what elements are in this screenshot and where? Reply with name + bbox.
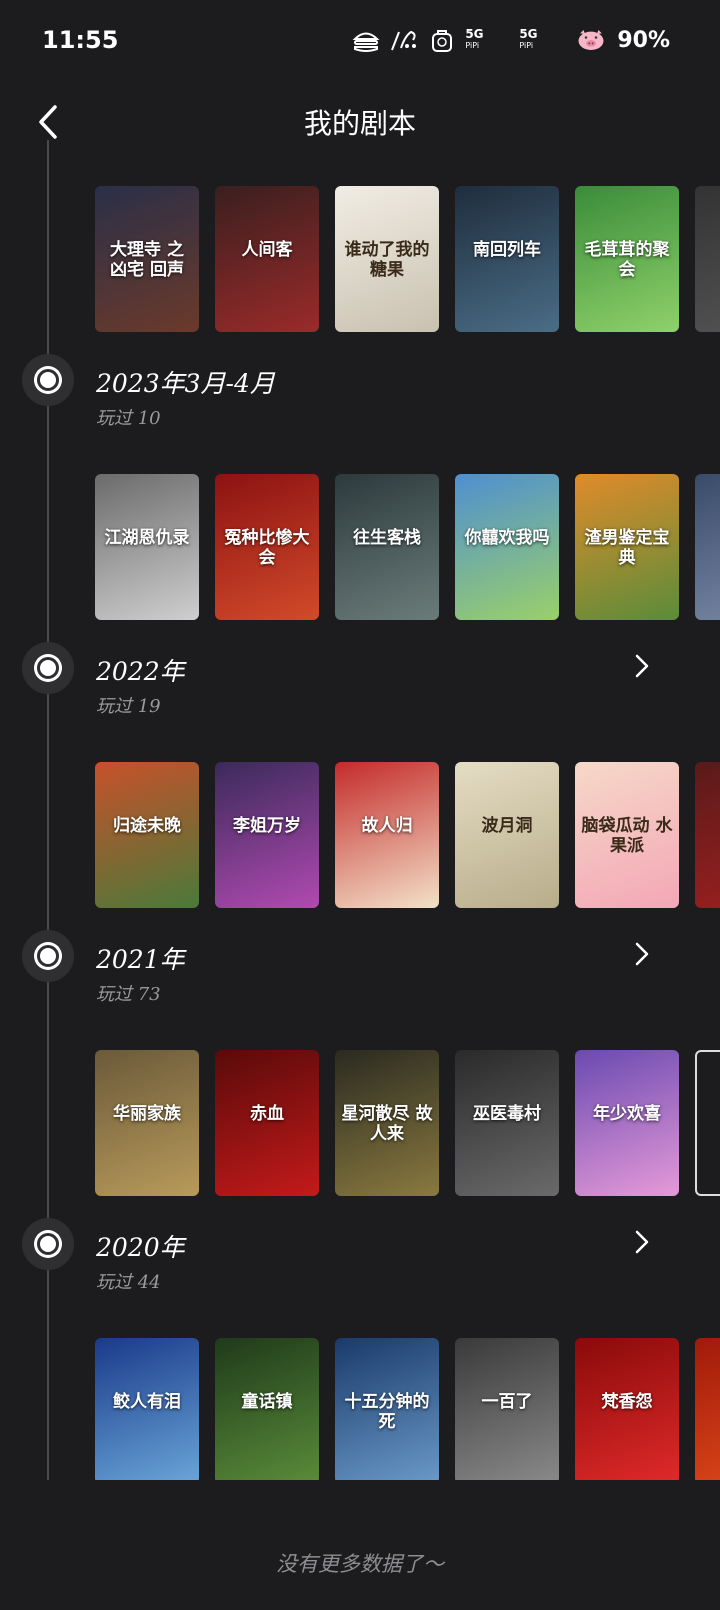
chevron-right-icon <box>635 654 649 678</box>
cover-title: 一百了 <box>481 1392 533 1413</box>
script-cover[interactable]: 梵香怨 <box>575 1338 679 1480</box>
burger-icon <box>351 26 381 54</box>
script-cover[interactable]: 你囍欢我吗 <box>455 474 559 620</box>
status-bar: 11:55 5G PiPi 5G PiPi 90% <box>0 0 720 88</box>
cover-title: 华丽家族 <box>113 1104 181 1125</box>
script-cover[interactable]: 江湖恩仇录 <box>95 474 199 620</box>
cover-title: 李姐万岁 <box>233 816 301 837</box>
cover-title: 冤种比惨大会 <box>224 528 310 569</box>
played-count: 玩过 19 <box>96 696 161 717</box>
timeline-dot <box>22 354 74 406</box>
cover-row: 华丽家族 赤血 星河散尽 故人来 巫医毒村 年少欢喜 <box>95 1050 720 1196</box>
script-cover[interactable]: 人间客 <box>215 186 319 332</box>
status-time: 11:55 <box>42 26 119 54</box>
no-more-data-text: 没有更多数据了～ <box>276 1552 444 1576</box>
script-cover[interactable]: 故人归 <box>335 762 439 908</box>
played-count: 玩过 73 <box>96 984 161 1005</box>
cover-title: 年少欢喜 <box>593 1104 661 1125</box>
signal-swirl-icon <box>389 26 419 54</box>
cover-title: 巫医毒村 <box>473 1104 541 1125</box>
script-cover[interactable]: 童话镇 <box>215 1338 319 1480</box>
cover-title: 归途未晚 <box>113 816 181 837</box>
year-label: 2022年 <box>96 657 185 686</box>
cover-title: 渣男鉴定宝典 <box>584 528 670 569</box>
year-label: 2023年3月-4月 <box>96 369 275 398</box>
script-cover[interactable] <box>695 1338 720 1480</box>
cover-title: 你囍欢我吗 <box>464 528 550 549</box>
script-cover[interactable]: 年少欢喜 <box>575 1050 679 1196</box>
script-cover[interactable]: 脑袋瓜动 水果派 <box>575 762 679 908</box>
script-cover[interactable]: 毛茸茸的聚会 <box>575 186 679 332</box>
script-cover[interactable]: 冤种比惨大会 <box>215 474 319 620</box>
cover-title: 南回列车 <box>473 240 541 261</box>
script-cover[interactable]: 大理寺 之 凶宅 回声 <box>95 186 199 332</box>
network-5g-icon: 5G PiPi <box>465 27 484 50</box>
battery-level: 90% <box>617 27 670 53</box>
script-cover[interactable] <box>695 474 720 620</box>
script-cover[interactable] <box>695 186 720 332</box>
script-cover[interactable] <box>695 1050 720 1196</box>
year-expand-button[interactable] <box>628 646 656 686</box>
cover-title: 人间客 <box>241 240 293 261</box>
cover-title: 毛茸茸的聚会 <box>584 240 670 281</box>
cover-title: 赤血 <box>250 1104 284 1125</box>
cover-title: 往生客栈 <box>353 528 421 549</box>
status-icons: 5G PiPi 5G PiPi 90% <box>351 26 670 54</box>
year-expand-button[interactable] <box>628 934 656 974</box>
cover-title: 故人归 <box>361 816 413 837</box>
cover-title: 梵香怨 <box>601 1392 653 1413</box>
cover-title: 谁动了我的糖果 <box>344 240 430 281</box>
cover-title: 鲛人有泪 <box>113 1392 181 1413</box>
timeline-line <box>47 140 49 1480</box>
cover-title: 星河散尽 故人来 <box>341 1104 433 1145</box>
script-cover[interactable]: 波月洞 <box>455 762 559 908</box>
script-cover[interactable]: 李姐万岁 <box>215 762 319 908</box>
timeline-dot <box>22 642 74 694</box>
year-label: 2020年 <box>96 1233 185 1262</box>
script-cover[interactable]: 华丽家族 <box>95 1050 199 1196</box>
script-cover[interactable]: 一百了 <box>455 1338 559 1480</box>
chevron-right-icon <box>635 942 649 966</box>
script-cover[interactable]: 谁动了我的糖果 <box>335 186 439 332</box>
script-cover[interactable]: 鲛人有泪 <box>95 1338 199 1480</box>
timeline-dot <box>22 1218 74 1270</box>
year-expand-button[interactable] <box>628 1222 656 1262</box>
cover-title: 大理寺 之 凶宅 回声 <box>110 240 184 281</box>
pig-icon <box>573 26 609 54</box>
page-title: 我的剧本 <box>303 107 416 140</box>
cover-row: 鲛人有泪 童话镇 十五分钟的死 一百了 梵香怨 <box>95 1338 720 1480</box>
chevron-right-icon <box>635 1230 649 1254</box>
cover-row: 归途未晚 李姐万岁 故人归 波月洞 脑袋瓜动 水果派 <box>95 762 720 908</box>
script-cover[interactable]: 巫医毒村 <box>455 1050 559 1196</box>
timeline-content: 大理寺 之 凶宅 回声 人间客 谁动了我的糖果 南回列车 毛茸茸的聚会 2023年3月-… <box>0 140 720 1480</box>
cover-row: 江湖恩仇录 冤种比惨大会 往生客栈 你囍欢我吗 渣男鉴定宝典 <box>95 474 720 620</box>
played-count: 玩过 44 <box>96 1272 161 1293</box>
script-cover[interactable]: 归途未晚 <box>95 762 199 908</box>
bag-icon <box>427 26 457 54</box>
cover-title: 十五分钟的死 <box>344 1392 430 1433</box>
timeline-dot <box>22 930 74 982</box>
cover-row: 大理寺 之 凶宅 回声 人间客 谁动了我的糖果 南回列车 毛茸茸的聚会 <box>95 186 720 332</box>
script-cover[interactable]: 南回列车 <box>455 186 559 332</box>
script-cover[interactable]: 十五分钟的死 <box>335 1338 439 1480</box>
script-cover[interactable]: 渣男鉴定宝典 <box>575 474 679 620</box>
cover-title: 江湖恩仇录 <box>104 528 190 549</box>
cover-title: 波月洞 <box>481 816 533 837</box>
network-5g-icon: 5G PiPi <box>519 27 538 50</box>
script-cover[interactable]: 赤血 <box>215 1050 319 1196</box>
script-cover[interactable]: 星河散尽 故人来 <box>335 1050 439 1196</box>
cover-title: 童话镇 <box>241 1392 293 1413</box>
played-count: 玩过 10 <box>96 408 161 429</box>
year-label: 2021年 <box>96 945 185 974</box>
script-cover[interactable]: 往生客栈 <box>335 474 439 620</box>
script-cover[interactable] <box>695 762 720 908</box>
cover-title: 脑袋瓜动 水果派 <box>581 816 673 857</box>
